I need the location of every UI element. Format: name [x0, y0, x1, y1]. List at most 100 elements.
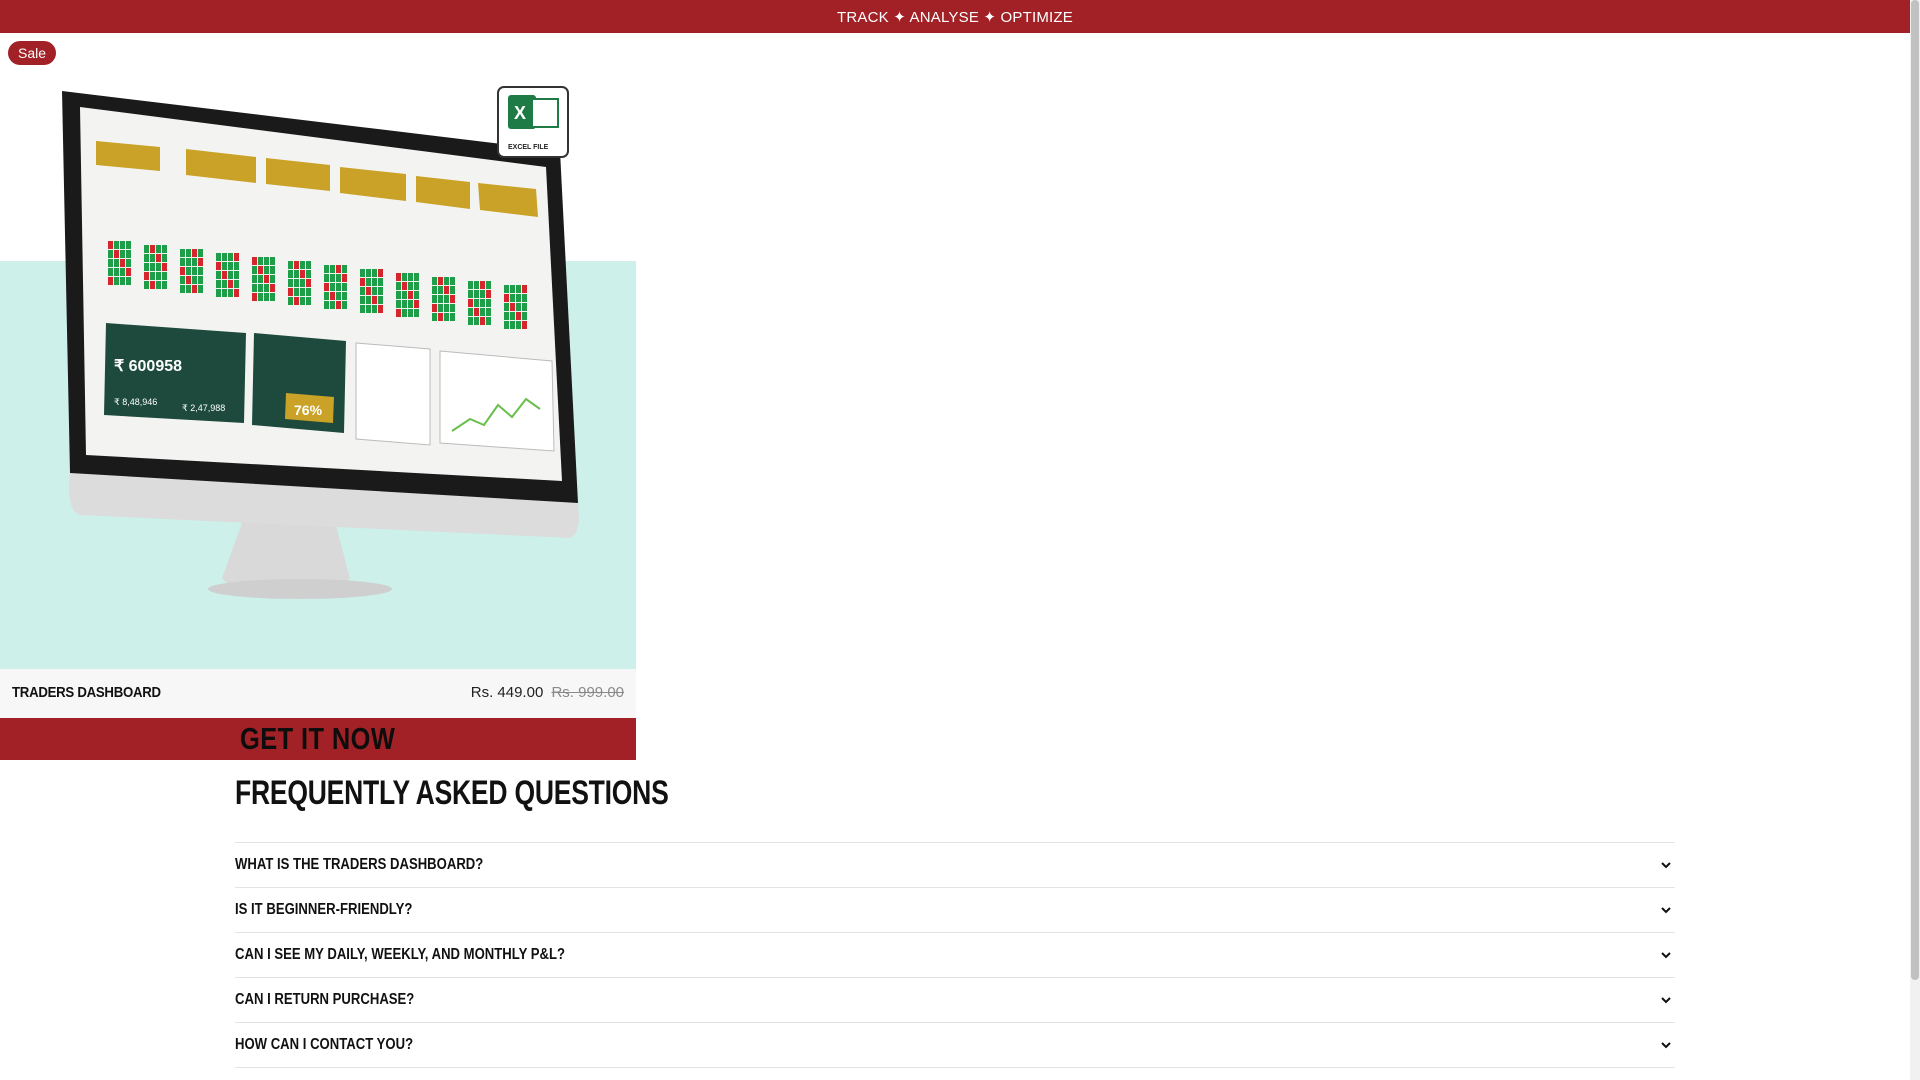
- faq-question: HOW CAN I CONTACT YOU?: [235, 1036, 414, 1053]
- heatmap-cell: [228, 280, 233, 288]
- heatmap-cell: [402, 300, 407, 308]
- heatmap-cell: [486, 281, 491, 289]
- heatmap-cell: [366, 269, 371, 277]
- heatmap-cell: [330, 265, 335, 273]
- heatmap-cell: [192, 276, 197, 284]
- kpi-total-text: ₹ 600958: [114, 358, 182, 375]
- sale-price: Rs. 449.00: [470, 684, 544, 701]
- chevron-down-icon[interactable]: [1659, 993, 1673, 1007]
- excel-file-label: EXCEL FILE: [508, 144, 549, 151]
- scrollbar-thumb[interactable]: [1911, 0, 1919, 980]
- heatmap-cell: [288, 288, 293, 296]
- heatmap-cell: [336, 301, 341, 309]
- heatmap-cell: [468, 308, 473, 316]
- chevron-down-icon[interactable]: [1659, 1038, 1673, 1052]
- chevron-down-icon[interactable]: [1659, 858, 1673, 872]
- product-title[interactable]: TRADERS DASHBOARD: [12, 684, 161, 701]
- faq-question: CAN I RETURN PURCHASE?: [235, 991, 415, 1008]
- heatmap-cell: [144, 272, 149, 280]
- faq-item[interactable]: WHAT IS THE TRADERS DASHBOARD?: [235, 843, 1675, 888]
- heatmap-cell: [114, 268, 119, 276]
- faq-item[interactable]: CAN I RETURN PURCHASE?: [235, 978, 1675, 1023]
- heatmap-cell: [162, 263, 167, 271]
- heatmap-cell: [342, 292, 347, 300]
- heatmap-cell: [438, 313, 443, 321]
- heatmap-cell: [408, 309, 413, 317]
- faq-item[interactable]: IS IT BEGINNER-FRIENDLY?: [235, 888, 1675, 933]
- heatmap-cell: [432, 295, 437, 303]
- heatmap-cell: [504, 303, 509, 311]
- faq-item[interactable]: HOW CAN I CONTACT YOU?: [235, 1023, 1675, 1068]
- page-scrollbar[interactable]: [1910, 0, 1920, 1080]
- heatmap-cell: [450, 277, 455, 285]
- heatmap-cell: [120, 250, 125, 258]
- heatmap-cell: [378, 296, 383, 304]
- heatmap-cell: [234, 280, 239, 288]
- heatmap-cell: [408, 291, 413, 299]
- announcement-bar: TRACK ✦ ANALYSE ✦ OPTIMIZE: [0, 0, 1910, 33]
- heatmap-cell: [480, 290, 485, 298]
- heatmap-cell: [150, 281, 155, 289]
- product-card[interactable]: Sale ₹ 600958 ₹ 8,48,946 ₹ 2,47,988 76% …: [0, 33, 636, 760]
- heatmap-cell: [522, 294, 527, 302]
- heatmap-cell: [258, 257, 263, 265]
- heatmap-cell: [336, 265, 341, 273]
- heatmap-cell: [438, 277, 443, 285]
- product-image[interactable]: ₹ 600958 ₹ 8,48,946 ₹ 2,47,988 76% X EXC…: [0, 33, 636, 669]
- heatmap-cell: [264, 257, 269, 265]
- heatmap-cell: [486, 317, 491, 325]
- excel-icon: X EXCEL FILE: [497, 86, 569, 158]
- heatmap-cell: [114, 250, 119, 258]
- faq-item[interactable]: CAN I SEE MY DAILY, WEEKLY, AND MONTHLY …: [235, 933, 1675, 978]
- heatmap-cell: [270, 257, 275, 265]
- heatmap-cell: [378, 269, 383, 277]
- monitor-illustration: ₹ 600958 ₹ 8,48,946 ₹ 2,47,988 76% X EXC…: [62, 86, 579, 599]
- heatmap-cell: [414, 309, 419, 317]
- heatmap-cell: [294, 297, 299, 305]
- heatmap-cell: [444, 286, 449, 294]
- heatmap-cell: [288, 270, 293, 278]
- heatmap-cell: [474, 317, 479, 325]
- heatmap-cell: [120, 241, 125, 249]
- heatmap-cell: [126, 268, 131, 276]
- heatmap-cell: [156, 281, 161, 289]
- get-it-now-button[interactable]: GET IT NOW: [0, 718, 636, 760]
- heatmap-cell: [144, 281, 149, 289]
- heatmap-cell: [480, 317, 485, 325]
- faq-section: FREQUENTLY ASKED QUESTIONS WHAT IS THE T…: [235, 770, 1675, 1068]
- sale-badge: Sale: [8, 41, 57, 65]
- heatmap-cell: [408, 282, 413, 290]
- heatmap-cell: [222, 253, 227, 261]
- heatmap-cell: [402, 282, 407, 290]
- heatmap-cell: [234, 253, 239, 261]
- line-chart-panel: [439, 350, 555, 452]
- heatmap-cell: [288, 279, 293, 287]
- heatmap-cell: [372, 269, 377, 277]
- heatmap-cell: [342, 274, 347, 282]
- heatmap-cell: [474, 290, 479, 298]
- heatmap-cell: [342, 301, 347, 309]
- heatmap-cell: [108, 241, 113, 249]
- chevron-down-icon[interactable]: [1659, 948, 1673, 962]
- heatmap-cell: [264, 284, 269, 292]
- heatmap-cell: [480, 281, 485, 289]
- heatmap-cell: [180, 276, 185, 284]
- heatmap-cell: [150, 245, 155, 253]
- heatmap-cell: [480, 299, 485, 307]
- heatmap-cell: [324, 265, 329, 273]
- heatmap-cell: [192, 267, 197, 275]
- heatmap-cell: [378, 287, 383, 295]
- heatmap-cell: [180, 258, 185, 266]
- heatmap-cell: [366, 296, 371, 304]
- heatmap-cell: [156, 254, 161, 262]
- heatmap-cell: [450, 295, 455, 303]
- heatmap-cell: [372, 287, 377, 295]
- heatmap-cell: [432, 277, 437, 285]
- heatmap-cell: [336, 292, 341, 300]
- heatmap-cell: [360, 278, 365, 286]
- heatmap-cell: [396, 309, 401, 317]
- heatmap-cell: [162, 245, 167, 253]
- heatmap-cell: [336, 274, 341, 282]
- chevron-down-icon[interactable]: [1659, 903, 1673, 917]
- heatmap-cell: [108, 250, 113, 258]
